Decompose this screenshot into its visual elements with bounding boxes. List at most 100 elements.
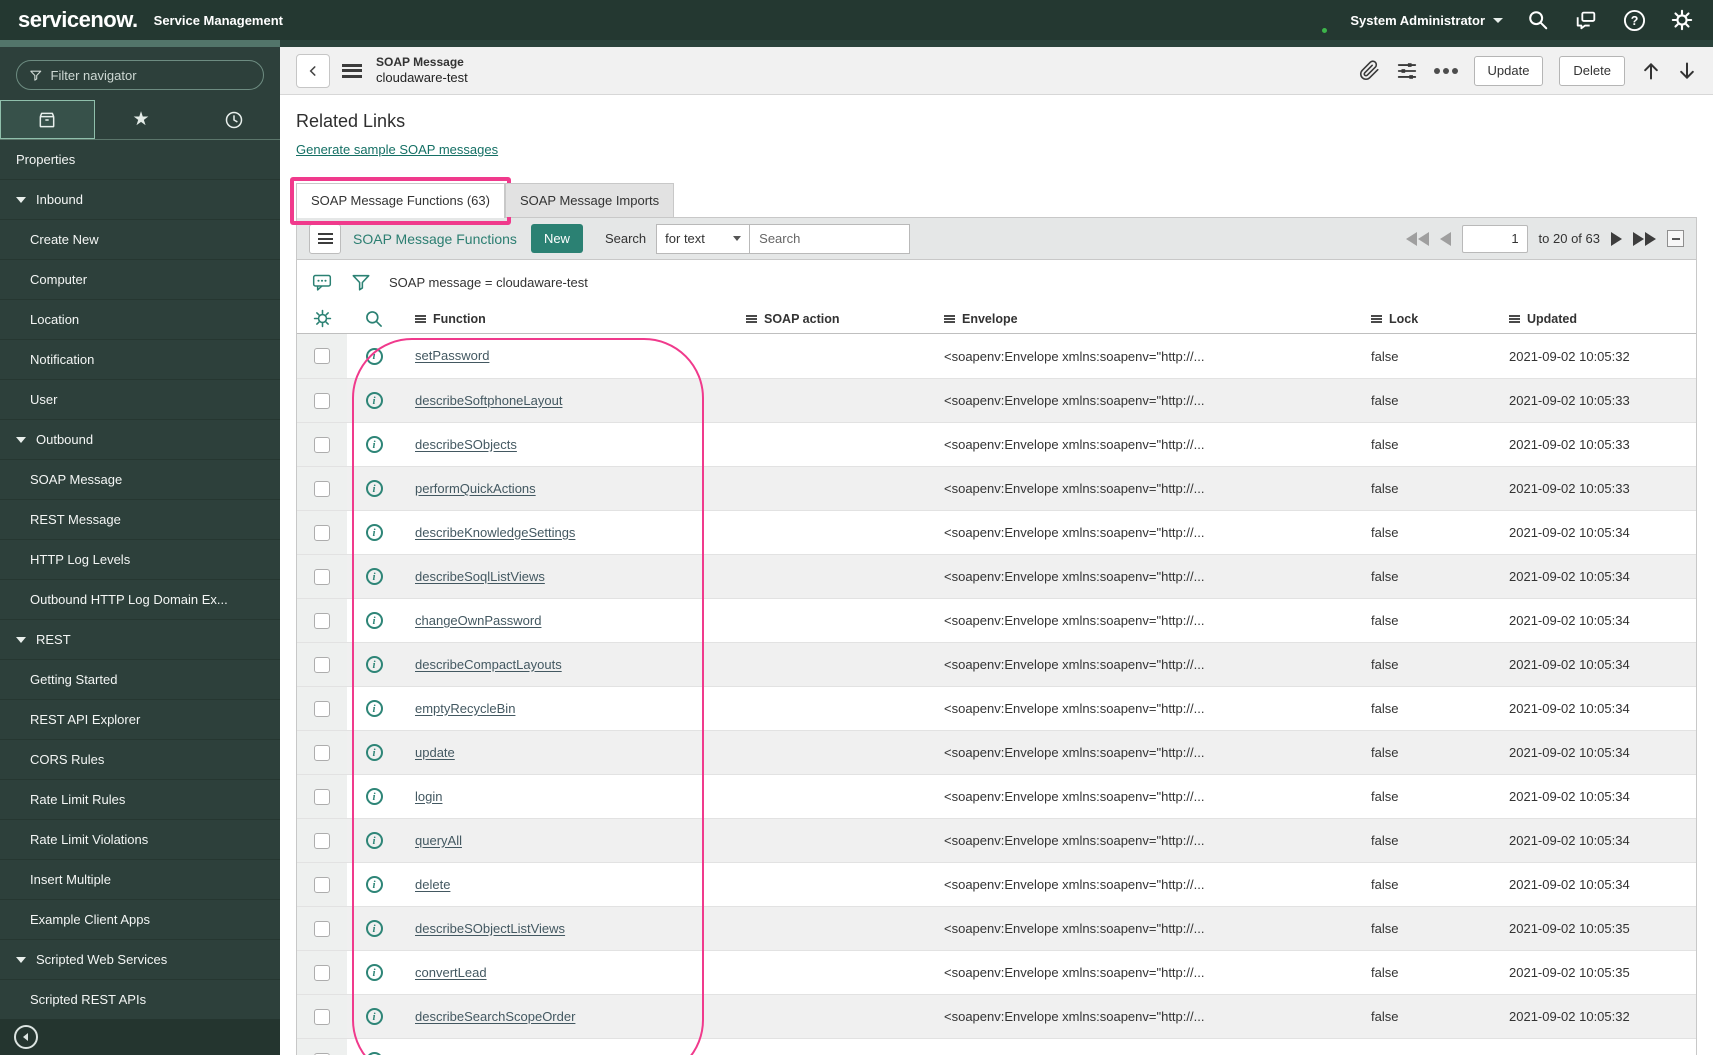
column-search-icon[interactable]: [347, 309, 401, 329]
function-link[interactable]: convertLead: [401, 965, 487, 980]
help-icon[interactable]: ?: [1621, 7, 1647, 33]
info-icon[interactable]: i: [365, 524, 383, 541]
column-header-envelope[interactable]: Envelope: [930, 312, 1357, 326]
info-icon[interactable]: i: [365, 920, 383, 937]
info-icon[interactable]: i: [365, 436, 383, 453]
minimize-list-icon[interactable]: [1667, 230, 1684, 247]
row-checkbox[interactable]: [314, 876, 330, 893]
sidebar-item-http-log-levels[interactable]: HTTP Log Levels: [0, 540, 280, 580]
function-link[interactable]: describeKnowledgeSettings: [401, 525, 575, 540]
info-icon[interactable]: i: [365, 744, 383, 761]
sidebar-item-rest[interactable]: REST: [0, 620, 280, 660]
attachment-paperclip-icon[interactable]: [1359, 60, 1380, 81]
function-link[interactable]: emptyRecycleBin: [401, 701, 515, 716]
function-link[interactable]: performQuickActions: [401, 481, 536, 496]
row-checkbox[interactable]: [314, 1008, 330, 1025]
function-link[interactable]: describeSoftphoneLayout: [401, 393, 562, 408]
search-type-select[interactable]: for text: [656, 223, 751, 254]
info-icon[interactable]: i: [365, 788, 383, 805]
row-checkbox[interactable]: [314, 744, 330, 761]
list-context-menu-button[interactable]: [309, 223, 341, 254]
function-link[interactable]: setPassword: [401, 348, 489, 363]
function-link[interactable]: describeSearchScopeOrder: [401, 1009, 575, 1024]
sidebar-item-inbound[interactable]: Inbound: [0, 180, 280, 220]
sidebar-item-example-client-apps[interactable]: Example Client Apps: [0, 900, 280, 940]
column-header-lock[interactable]: Lock: [1357, 312, 1495, 326]
sidebar-item-soap-message[interactable]: SOAP Message: [0, 460, 280, 500]
delete-button[interactable]: Delete: [1559, 55, 1625, 86]
sidebar-item-rate-limit-rules[interactable]: Rate Limit Rules: [0, 780, 280, 820]
sidebar-item-scripted-web-services[interactable]: Scripted Web Services: [0, 940, 280, 980]
info-icon[interactable]: i: [365, 832, 383, 849]
info-icon[interactable]: i: [365, 876, 383, 893]
connect-chat-icon[interactable]: [1573, 7, 1599, 33]
sidebar-item-scripted-rest-apis[interactable]: Scripted REST APIs: [0, 980, 280, 1020]
avatar[interactable]: [1300, 6, 1330, 35]
user-menu[interactable]: System Administrator: [1350, 13, 1503, 28]
row-checkbox[interactable]: [314, 392, 330, 409]
function-link[interactable]: update: [401, 745, 455, 760]
sidebar-item-location[interactable]: Location: [0, 300, 280, 340]
function-link[interactable]: login: [401, 789, 442, 804]
function-link[interactable]: describeSObjects: [401, 437, 517, 452]
next-record-arrow-icon[interactable]: [1677, 61, 1697, 81]
row-checkbox[interactable]: [314, 656, 330, 673]
tab-soap-message-functions[interactable]: SOAP Message Functions (63): [290, 177, 511, 225]
first-page-icon[interactable]: [1405, 231, 1429, 246]
filter-funnel-icon[interactable]: [351, 272, 371, 293]
servicenow-logo[interactable]: servicenow.: [18, 7, 138, 33]
info-icon[interactable]: i: [365, 612, 383, 629]
sidebar-item-cors-rules[interactable]: CORS Rules: [0, 740, 280, 780]
previous-record-arrow-icon[interactable]: [1641, 61, 1661, 81]
comments-bubble-icon[interactable]: [311, 272, 333, 293]
tab-favorites[interactable]: ★: [95, 100, 188, 139]
sidebar-item-notification[interactable]: Notification: [0, 340, 280, 380]
personalize-form-sliders-icon[interactable]: [1396, 60, 1418, 82]
info-icon[interactable]: i: [365, 964, 383, 981]
personalize-list-gear-icon[interactable]: [297, 309, 347, 328]
filter-navigator-input[interactable]: [50, 67, 251, 83]
function-link[interactable]: describeSObjectListViews: [401, 921, 565, 936]
column-header-soap-action[interactable]: SOAP action: [732, 312, 930, 326]
sidebar-item-rest-api-explorer[interactable]: REST API Explorer: [0, 700, 280, 740]
sidebar-item-computer[interactable]: Computer: [0, 260, 280, 300]
row-checkbox[interactable]: [314, 436, 330, 453]
function-link[interactable]: describeCompactLayouts: [401, 657, 562, 672]
column-header-updated[interactable]: Updated: [1495, 312, 1696, 326]
form-context-menu-icon[interactable]: [342, 63, 362, 78]
info-icon[interactable]: i: [365, 568, 383, 585]
column-header-function[interactable]: Function: [401, 312, 732, 326]
row-checkbox[interactable]: [314, 612, 330, 629]
function-link[interactable]: describeSoqlListViews: [401, 569, 545, 584]
previous-page-icon[interactable]: [1439, 231, 1451, 246]
row-checkbox[interactable]: [314, 348, 330, 364]
row-checkbox[interactable]: [314, 964, 330, 981]
last-page-icon[interactable]: [1633, 231, 1656, 246]
function-link[interactable]: changeOwnPassword: [401, 613, 541, 628]
row-checkbox[interactable]: [314, 788, 330, 805]
row-checkbox[interactable]: [314, 920, 330, 937]
info-icon[interactable]: i: [365, 656, 383, 673]
sidebar-item-rest-message[interactable]: REST Message: [0, 500, 280, 540]
more-options-icon[interactable]: [1433, 67, 1458, 74]
function-link[interactable]: delete: [401, 877, 450, 892]
row-checkbox[interactable]: [314, 524, 330, 541]
info-icon[interactable]: i: [365, 1008, 383, 1025]
breadcrumb-filter[interactable]: SOAP message = cloudaware-test: [389, 275, 588, 290]
tab-history[interactable]: [187, 100, 280, 139]
function-link[interactable]: queryAll: [401, 833, 462, 848]
search-icon[interactable]: [1525, 7, 1551, 33]
info-icon[interactable]: i: [365, 700, 383, 717]
update-button[interactable]: Update: [1473, 55, 1544, 86]
row-checkbox[interactable]: [314, 832, 330, 849]
row-checkbox[interactable]: [314, 568, 330, 585]
list-search-input[interactable]: [750, 223, 911, 254]
info-icon[interactable]: i: [365, 480, 383, 497]
sidebar-item-rate-limit-violations[interactable]: Rate Limit Violations: [0, 820, 280, 860]
sidebar-item-outbound[interactable]: Outbound: [0, 420, 280, 460]
sidebar-item-outbound-http-log-domain-ex[interactable]: Outbound HTTP Log Domain Ex...: [0, 580, 280, 620]
tab-soap-message-imports[interactable]: SOAP Message Imports: [504, 183, 675, 217]
sidebar-item-create-new[interactable]: Create New: [0, 220, 280, 260]
next-page-icon[interactable]: [1611, 231, 1622, 246]
info-icon[interactable]: i: [365, 392, 383, 409]
